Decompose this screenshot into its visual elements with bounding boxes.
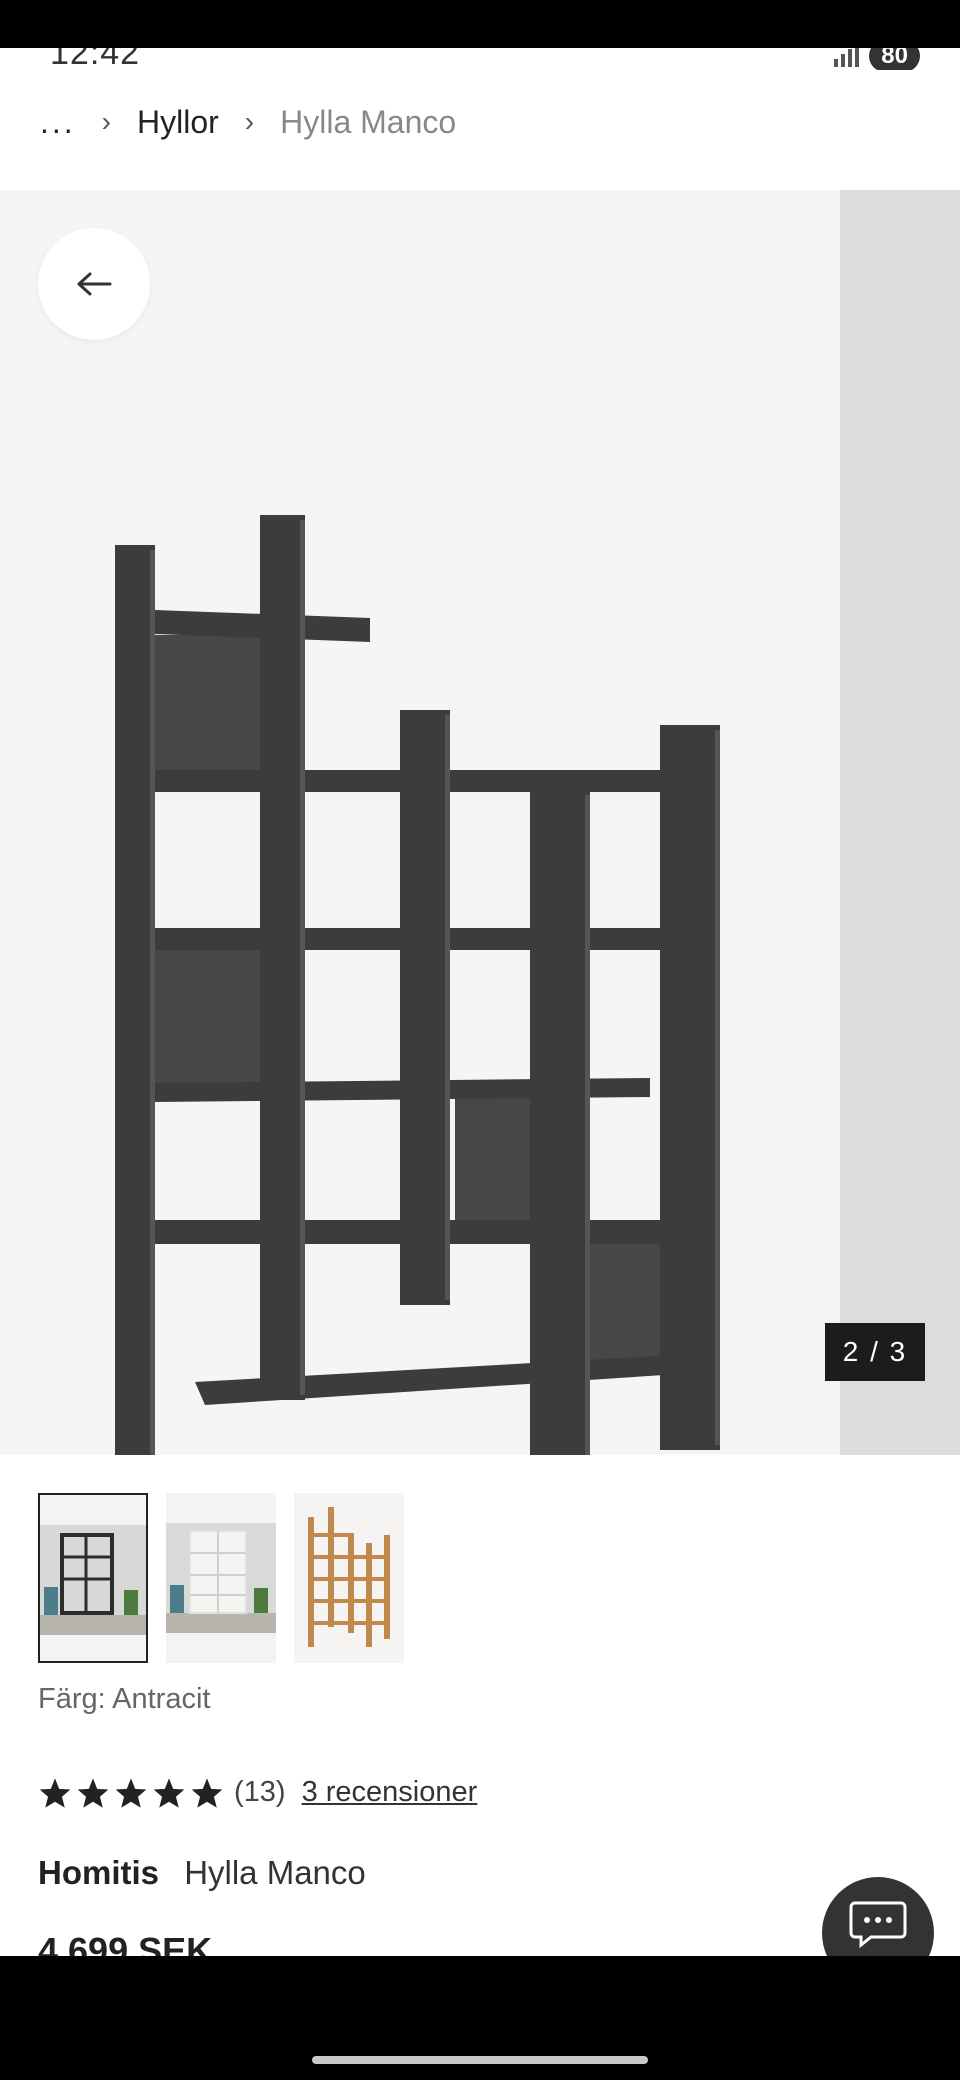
star-icon	[191, 1777, 223, 1808]
product-name: Hylla Manco	[184, 1854, 366, 1891]
chat-icon	[849, 1901, 907, 1949]
rating-count: (13)	[234, 1776, 286, 1808]
back-button[interactable]	[38, 228, 150, 340]
product-image-gallery[interactable]	[0, 190, 840, 1500]
home-indicator[interactable]	[312, 2056, 648, 2064]
next-image-preview[interactable]	[840, 190, 960, 1455]
thumbnail-1[interactable]	[38, 1493, 148, 1663]
reviews-link[interactable]: 3 recensioner	[302, 1776, 478, 1809]
shelf-room-white-thumb	[166, 1523, 276, 1633]
status-time: 12:42	[50, 48, 141, 70]
star-icon	[39, 1777, 71, 1808]
chevron-right-icon: ›	[244, 106, 255, 137]
price-area: 4 699 SEK	[0, 1920, 960, 1956]
signal-icon	[834, 48, 860, 67]
chevron-right-icon: ›	[101, 106, 111, 137]
thumbnail-3[interactable]	[294, 1493, 404, 1663]
star-icon	[77, 1777, 109, 1808]
battery-indicator: 80	[869, 48, 920, 70]
breadcrumb-more[interactable]: ...	[40, 104, 76, 141]
device-top-bar	[0, 0, 960, 48]
color-label: Färg: Antracit	[38, 1683, 211, 1715]
star-icon	[153, 1777, 185, 1808]
product-price: 4 699 SEK	[38, 1930, 213, 1956]
star-rating	[38, 1777, 224, 1809]
shelf-oak-thumb	[294, 1493, 404, 1663]
product-brand[interactable]: Homitis	[38, 1854, 159, 1891]
status-indicators: 80	[834, 48, 960, 70]
product-title: Homitis Hylla Manco	[38, 1854, 366, 1892]
shelf-room-anthracite-thumb	[40, 1525, 146, 1635]
star-icon	[115, 1777, 147, 1808]
status-bar: 12:42 80	[0, 48, 960, 70]
arrow-left-icon	[77, 272, 112, 296]
breadcrumb-current: Hylla Manco	[280, 103, 457, 140]
breadcrumb-hyllor[interactable]: Hyllor	[137, 104, 219, 141]
breadcrumb: ... › Hyllor › Hylla Manco	[40, 94, 456, 150]
thumbnail-2[interactable]	[166, 1493, 276, 1663]
thumbnail-strip	[38, 1493, 404, 1663]
rating-row: (13) 3 recensioner	[38, 1776, 477, 1809]
image-counter: 2 / 3	[825, 1323, 925, 1381]
dark-grey-shelf-image	[0, 190, 840, 1500]
